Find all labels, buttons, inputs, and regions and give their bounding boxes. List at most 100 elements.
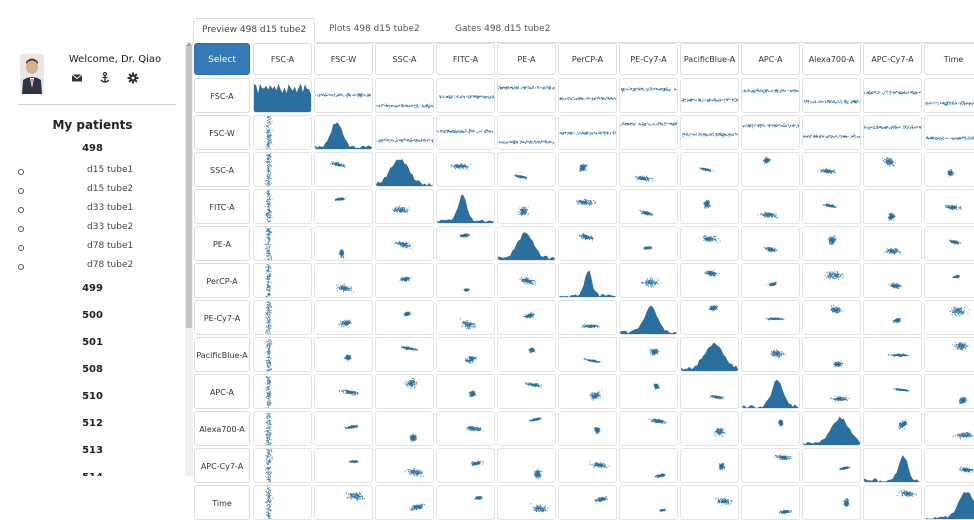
scatter-plot[interactable] (253, 485, 312, 520)
scatter-plot[interactable] (924, 78, 974, 113)
histogram-plot[interactable] (802, 411, 861, 446)
scatter-plot[interactable] (375, 263, 434, 298)
scatter-plot[interactable] (253, 411, 312, 446)
scatter-plot[interactable] (680, 226, 739, 261)
scatter-plot[interactable] (558, 337, 617, 372)
histogram-plot[interactable] (253, 78, 312, 113)
scatter-plot[interactable] (680, 152, 739, 187)
row-header[interactable]: Alexa700-A (194, 411, 250, 446)
scatter-plot[interactable] (253, 448, 312, 483)
scatter-plot[interactable] (741, 115, 800, 150)
scatter-plot[interactable] (436, 411, 495, 446)
scatter-plot[interactable] (741, 337, 800, 372)
row-header[interactable]: FSC-A (194, 78, 250, 113)
histogram-plot[interactable] (924, 485, 974, 520)
row-header[interactable]: Time (194, 485, 250, 520)
column-header[interactable]: Time (924, 43, 974, 75)
scatter-plot[interactable] (497, 152, 556, 187)
scatter-plot[interactable] (863, 115, 922, 150)
scatter-plot[interactable] (314, 337, 373, 372)
scatter-plot[interactable] (375, 300, 434, 335)
scatter-plot[interactable] (619, 263, 678, 298)
scatter-plot[interactable] (924, 152, 974, 187)
scatter-plot[interactable] (619, 448, 678, 483)
scatter-plot[interactable] (680, 300, 739, 335)
scatter-plot[interactable] (558, 374, 617, 409)
scatter-plot[interactable] (741, 78, 800, 113)
scatter-plot[interactable] (863, 300, 922, 335)
scatter-plot[interactable] (253, 115, 312, 150)
scatter-plot[interactable] (314, 448, 373, 483)
scatter-plot[interactable] (680, 485, 739, 520)
scatter-plot[interactable] (924, 263, 974, 298)
scatter-plot[interactable] (619, 115, 678, 150)
scatter-plot[interactable] (314, 485, 373, 520)
scatter-plot[interactable] (497, 115, 556, 150)
scatter-plot[interactable] (253, 337, 312, 372)
scatter-plot[interactable] (741, 152, 800, 187)
scatter-plot[interactable] (375, 337, 434, 372)
scatter-plot[interactable] (680, 115, 739, 150)
scatter-plot[interactable] (863, 78, 922, 113)
scatter-plot[interactable] (558, 226, 617, 261)
scatter-plot[interactable] (497, 263, 556, 298)
scatter-plot[interactable] (253, 189, 312, 224)
scatter-plot[interactable] (314, 78, 373, 113)
scatter-plot[interactable] (497, 411, 556, 446)
patient-item[interactable]: 514 (0, 472, 185, 476)
scatter-plot[interactable] (558, 448, 617, 483)
tab-preview[interactable]: Preview 498 d15 tube2 (193, 18, 315, 43)
scatter-plot[interactable] (741, 189, 800, 224)
envelope-icon[interactable] (70, 70, 84, 84)
histogram-plot[interactable] (741, 374, 800, 409)
scatter-plot[interactable] (619, 78, 678, 113)
scatter-plot[interactable] (619, 411, 678, 446)
scatter-plot[interactable] (863, 226, 922, 261)
scatter-plot[interactable] (375, 374, 434, 409)
scatter-plot[interactable] (314, 152, 373, 187)
scatter-plot[interactable] (436, 485, 495, 520)
scatter-plot[interactable] (375, 78, 434, 113)
scatter-plot[interactable] (436, 448, 495, 483)
scatter-plot[interactable] (314, 263, 373, 298)
column-header[interactable]: Alexa700-A (802, 43, 861, 75)
scatter-plot[interactable] (802, 300, 861, 335)
scrollbar-thumb[interactable] (186, 46, 192, 328)
scatter-plot[interactable] (741, 300, 800, 335)
scatter-plot[interactable] (253, 374, 312, 409)
scatter-plot[interactable] (619, 152, 678, 187)
scatter-plot[interactable] (802, 152, 861, 187)
scatter-plot[interactable] (863, 485, 922, 520)
row-header[interactable]: APC-Cy7-A (194, 448, 250, 483)
scatter-plot[interactable] (375, 411, 434, 446)
scatter-plot[interactable] (741, 263, 800, 298)
column-header[interactable]: PerCP-A (558, 43, 617, 75)
scatter-plot[interactable] (314, 189, 373, 224)
scatter-plot[interactable] (680, 263, 739, 298)
column-header[interactable]: FSC-W (314, 43, 373, 75)
scatter-plot[interactable] (619, 337, 678, 372)
row-header[interactable]: PE-A (194, 226, 250, 261)
row-header[interactable]: APC-A (194, 374, 250, 409)
patient-item[interactable]: 500 (0, 310, 185, 321)
scatter-plot[interactable] (497, 374, 556, 409)
scatter-plot[interactable] (619, 226, 678, 261)
scatter-plot[interactable] (802, 374, 861, 409)
scatter-plot[interactable] (436, 78, 495, 113)
scatter-plot[interactable] (253, 263, 312, 298)
scatter-plot[interactable] (375, 226, 434, 261)
scatter-plot[interactable] (680, 374, 739, 409)
scatter-plot[interactable] (863, 189, 922, 224)
column-header[interactable]: PE-A (497, 43, 556, 75)
scatter-plot[interactable] (375, 189, 434, 224)
tab-plots[interactable]: Plots 498 d15 tube2 (321, 18, 428, 40)
patient-item[interactable]: 499 (0, 283, 185, 294)
scatter-plot[interactable] (863, 337, 922, 372)
scatter-plot[interactable] (680, 411, 739, 446)
scatter-plot[interactable] (802, 337, 861, 372)
scatter-plot[interactable] (619, 189, 678, 224)
scatter-plot[interactable] (375, 448, 434, 483)
scatter-plot[interactable] (924, 337, 974, 372)
histogram-plot[interactable] (436, 189, 495, 224)
sidebar-scrollbar[interactable] (185, 42, 193, 476)
